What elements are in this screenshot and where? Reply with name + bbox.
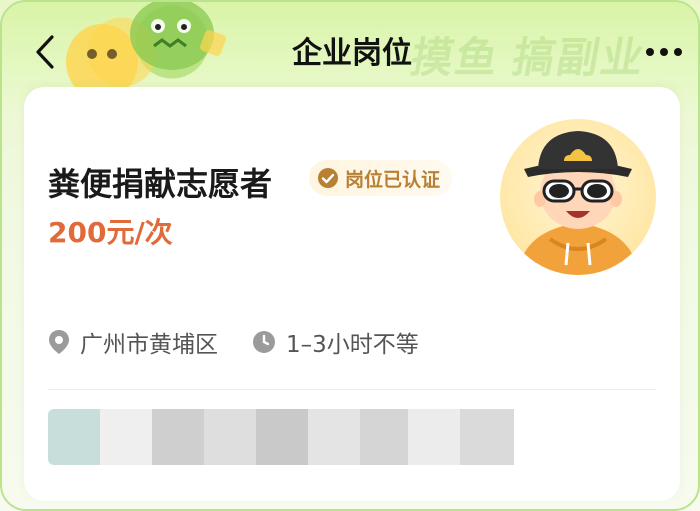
- clock-icon: [253, 331, 275, 353]
- verified-check-icon: [318, 168, 338, 188]
- mascot-avatar: [500, 119, 656, 275]
- page-title: 企业岗位: [292, 36, 412, 71]
- job-meta-row: 广州市黄埔区 1–3小时不等: [48, 325, 453, 359]
- app-frame: 摸鱼 搞副业 企业岗位 粪便捐献志愿者 岗位已认证 200元/次 广州市黄埔区 …: [0, 0, 700, 511]
- location-pin-icon: [49, 330, 69, 354]
- mascot-avatar-illustration: [518, 131, 638, 275]
- verified-badge: 岗位已认证: [309, 160, 453, 196]
- more-button[interactable]: [644, 32, 684, 72]
- card-divider: [48, 389, 656, 390]
- obscured-content: [48, 409, 514, 465]
- duration-meta: 1–3小时不等: [252, 325, 419, 359]
- more-dots-icon: [646, 48, 682, 56]
- location-text: 广州市黄埔区: [80, 332, 218, 358]
- job-price: 200元/次: [48, 216, 173, 249]
- verified-badge-label: 岗位已认证: [345, 168, 441, 191]
- duration-text: 1–3小时不等: [286, 332, 419, 358]
- job-title: 粪便捐献志愿者: [48, 165, 273, 203]
- job-card[interactable]: 粪便捐献志愿者 岗位已认证 200元/次 广州市黄埔区 1–3小时不等: [24, 87, 680, 501]
- location-meta: 广州市黄埔区: [48, 325, 218, 359]
